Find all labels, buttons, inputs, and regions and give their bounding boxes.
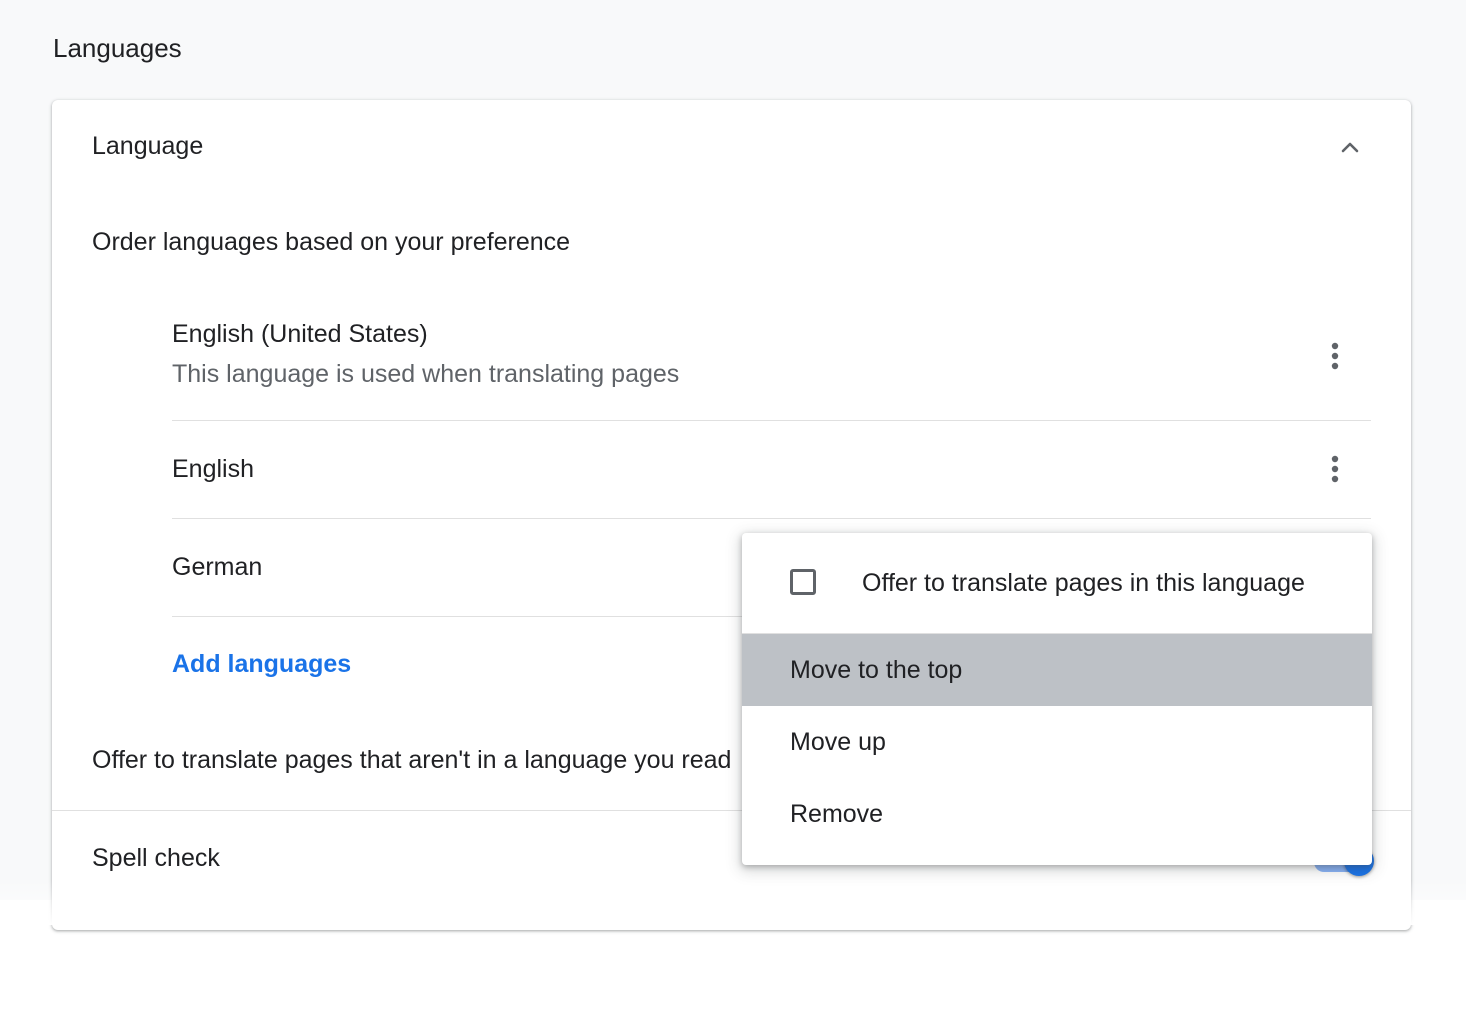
language-name: German [172,553,263,581]
more-vert-icon [1331,342,1339,370]
menu-offer-translate-label: Offer to translate pages in this languag… [862,569,1305,597]
language-name: English [172,455,254,483]
language-context-menu: Offer to translate pages in this languag… [742,533,1372,865]
order-languages-label: Order languages based on your preference [92,228,571,256]
language-name: English (United States) [172,320,428,348]
menu-item-label: Remove [790,800,884,828]
menu-item-label: Move to the top [790,656,963,684]
offer-translate-checkbox[interactable] [790,569,816,595]
offer-translate-label: Offer to translate pages that aren't in … [92,746,732,774]
collapse-button[interactable] [1330,128,1370,168]
card-header-title: Language [92,132,204,160]
menu-item-label: Move up [790,728,886,756]
menu-item-move-to-top[interactable]: Move to the top [742,634,1372,706]
bottom-fade [0,880,1466,925]
language-menu-button[interactable] [1315,336,1355,376]
page-title: Languages [53,33,182,63]
spell-check-label: Spell check [92,844,220,872]
language-row-english-us: English (United States) This language is… [172,300,1371,421]
menu-offer-translate-option[interactable]: Offer to translate pages in this languag… [742,533,1372,633]
add-languages-link[interactable]: Add languages [172,646,351,682]
menu-item-remove[interactable]: Remove [742,778,1372,850]
menu-item-move-up[interactable]: Move up [742,706,1372,778]
language-row-english: English [172,421,1371,519]
chevron-up-icon [1341,142,1359,153]
language-menu-button[interactable] [1315,449,1355,489]
language-subtitle: This language is used when translating p… [172,360,680,388]
more-vert-icon [1331,455,1339,483]
